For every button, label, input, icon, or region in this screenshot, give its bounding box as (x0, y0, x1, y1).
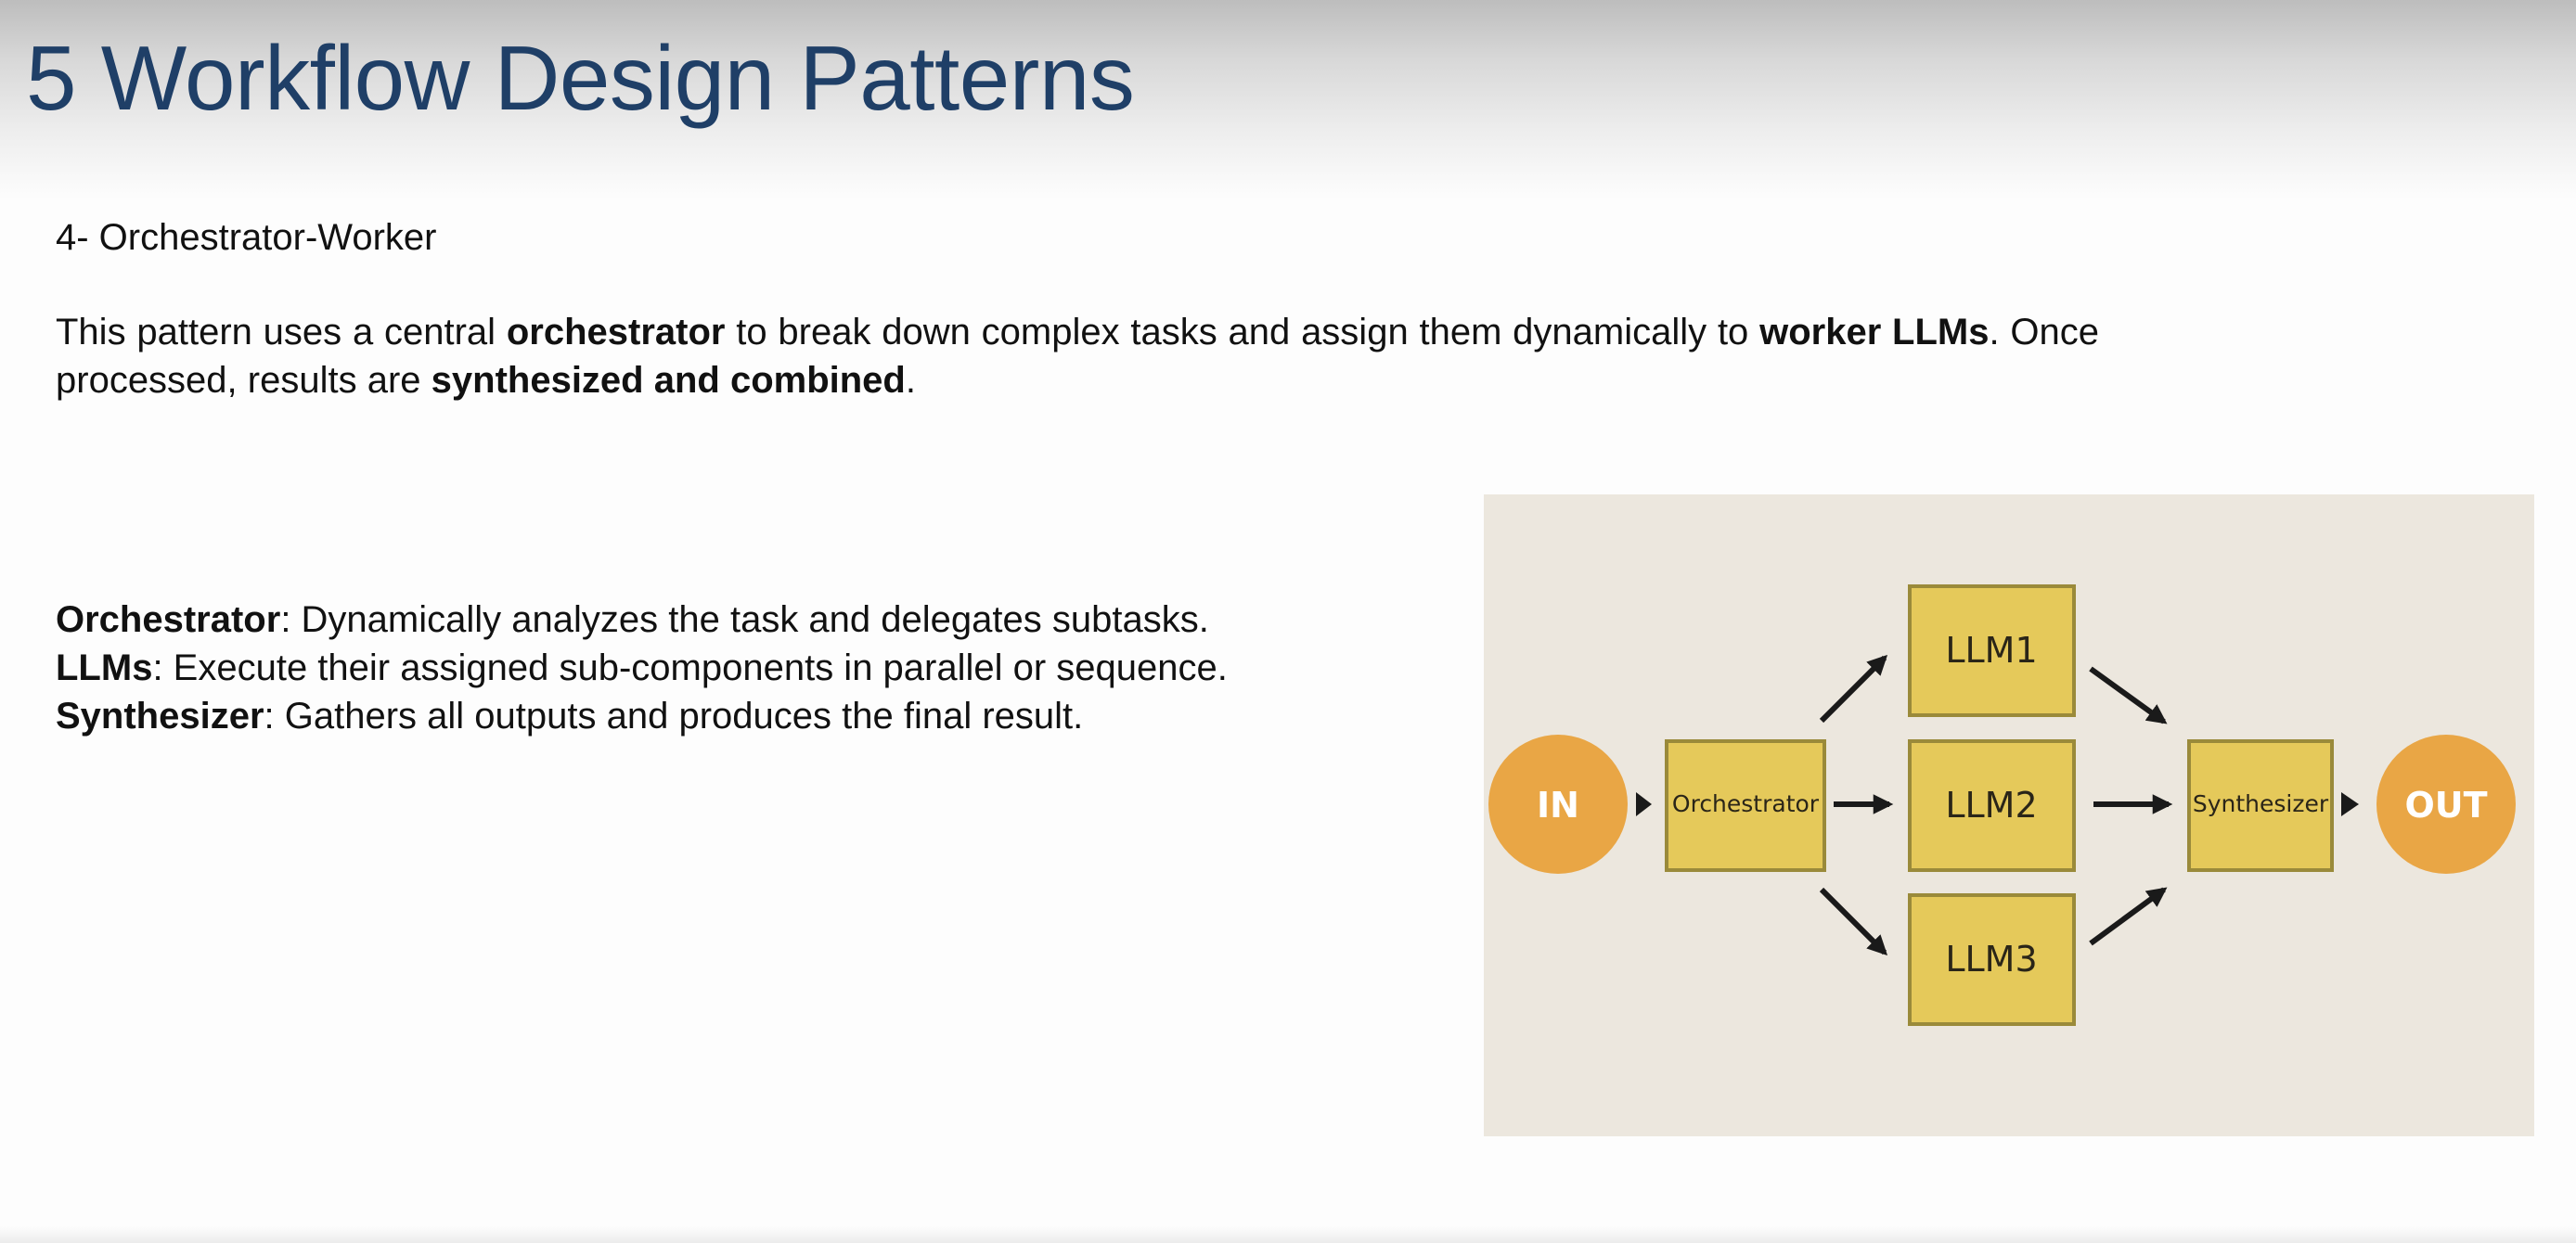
intro-text-1: This pattern uses a central (56, 312, 507, 352)
definitions-list: Orchestrator: Dynamically analyzes the t… (56, 596, 1448, 740)
arrow-synthesizer-to-out (2341, 792, 2359, 816)
definition-term: Synthesizer (56, 696, 264, 737)
intro-bold-orchestrator: orchestrator (506, 312, 726, 352)
workflow-diagram-svg: IN Orchestrator LLM1 LLM2 LLM3 Synthesiz… (1488, 584, 2516, 1026)
definition-synthesizer: Synthesizer: Gathers all outputs and pro… (56, 692, 1448, 740)
llm2-label: LLM2 (1945, 785, 2037, 826)
arrow-llm1-to-synthesizer (2089, 666, 2168, 724)
slide: 5 Workflow Design Patterns 4- Orchestrat… (0, 0, 2576, 1243)
llm3-label: LLM3 (1945, 939, 2037, 980)
out-node-label: OUT (2404, 785, 2487, 826)
synthesizer-label: Synthesizer (2193, 790, 2329, 817)
definition-text: : Gathers all outputs and produces the f… (264, 696, 1084, 737)
intro-paragraph: This pattern uses a central orchestrator… (56, 308, 2099, 404)
workflow-diagram: IN Orchestrator LLM1 LLM2 LLM3 Synthesiz… (1484, 494, 2534, 1136)
llm1-label: LLM1 (1945, 630, 2037, 671)
definition-term: Orchestrator (56, 599, 281, 640)
intro-bold-worker-llms: worker LLMs (1759, 312, 1990, 352)
definition-term: LLMs (56, 647, 153, 688)
intro-bold-synthesized: synthesized and combined (431, 360, 906, 401)
slide-title: 5 Workflow Design Patterns (26, 27, 1135, 129)
orchestrator-label: Orchestrator (1672, 790, 1820, 817)
intro-text-2: to break down complex tasks and assign t… (725, 312, 1760, 352)
definition-orchestrator: Orchestrator: Dynamically analyzes the t… (56, 596, 1448, 644)
arrow-in-to-orchestrator (1636, 792, 1652, 816)
arrow-orchestrator-to-llm1 (1819, 654, 1888, 724)
section-title: 4- Orchestrator-Worker (56, 217, 437, 258)
arrow-orchestrator-to-llm3 (1819, 887, 1888, 956)
arrow-llm3-to-synthesizer (2089, 887, 2168, 946)
definition-text: : Execute their assigned sub-components … (152, 647, 1228, 688)
definition-llms: LLMs: Execute their assigned sub-compone… (56, 644, 1448, 692)
bottom-shade (0, 1226, 2576, 1243)
in-node-label: IN (1537, 785, 1579, 826)
intro-text-4: . (905, 360, 916, 401)
definition-text: : Dynamically analyzes the task and dele… (280, 599, 1209, 640)
